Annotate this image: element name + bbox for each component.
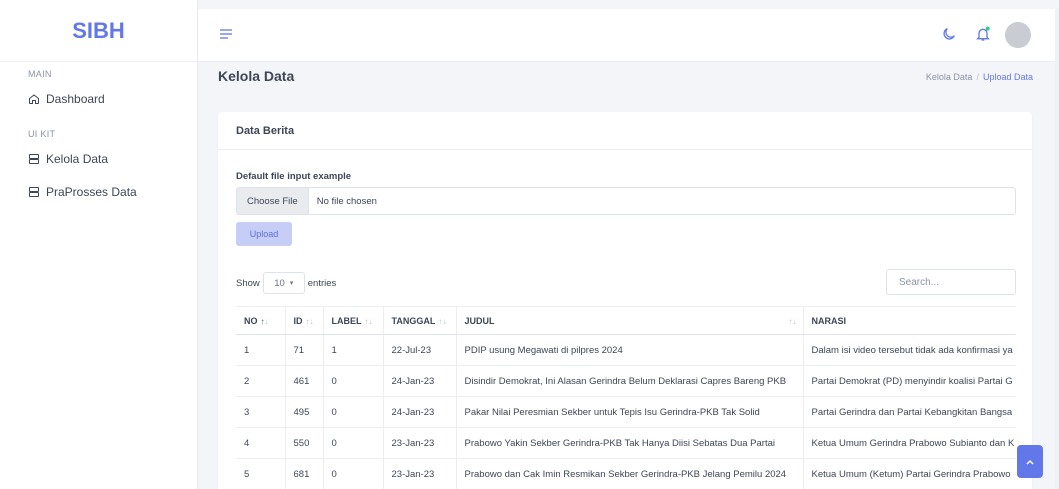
cell-tanggal: 23-Jan-23 (382, 427, 456, 459)
cell-judul: PDIP usung Megawati di pilpres 2024 (455, 334, 803, 366)
upload-button[interactable]: Upload (236, 222, 292, 246)
page-scrollbar[interactable] (1055, 9, 1059, 489)
sidebar-item-dashboard[interactable]: Dashboard (0, 89, 197, 109)
breadcrumb-separator: / (976, 72, 979, 82)
cell-no: 2 (236, 365, 285, 397)
entries-value: 10 (274, 277, 285, 289)
cell-no: 5 (236, 458, 285, 489)
cell-narasi: Partai Demokrat (PD) menyindir koalisi P… (802, 365, 1016, 397)
cell-narasi: Ketua Umum (Ketum) Partai Gerindra Prabo… (802, 458, 1016, 489)
page-title: Kelola Data (218, 68, 295, 84)
server-icon (29, 187, 39, 197)
table-row[interactable]: 3 495 0 24-Jan-23 Pakar Nilai Peresmian … (236, 396, 1016, 428)
breadcrumb: Kelola Data / Upload Data (926, 72, 1033, 82)
table-header-row: NO ↑↓ ID ↑↓ LABEL ↑↓ TANGGAL ↑↓ JUDUL ↑↓ NARA… (236, 306, 1016, 335)
sort-icon: ↑↓ (438, 316, 447, 326)
sidebar: SIBH MAIN Dashboard UI KIT Kelola Data P… (0, 0, 198, 489)
table-row[interactable]: 4 550 0 23-Jan-23 Prabowo Yakin Sekber G… (236, 427, 1016, 459)
cell-no: 4 (236, 427, 285, 459)
entries-length-control: Show 10 ▾ entries (236, 272, 336, 294)
sidebar-item-kelola-data[interactable]: Kelola Data (0, 149, 197, 169)
cell-judul: Prabowo dan Cak Imin Resmikan Sekber Ger… (455, 458, 803, 489)
column-header-tanggal[interactable]: TANGGAL ↑↓ (382, 306, 456, 335)
sidebar-item-label: Dashboard (46, 92, 105, 106)
sort-icon: ↑↓ (788, 317, 797, 326)
scroll-to-top-button[interactable] (1017, 445, 1043, 478)
table-row[interactable]: 1 71 1 22-Jul-23 PDIP usung Megawati di … (236, 334, 1016, 366)
cell-label: 0 (322, 396, 383, 428)
cell-narasi: Dalam isi video tersebut tidak ada konfi… (802, 334, 1016, 366)
data-table: NO ↑↓ ID ↑↓ LABEL ↑↓ TANGGAL ↑↓ JUDUL ↑↓ NARA… (236, 306, 1016, 489)
avatar[interactable] (1005, 22, 1031, 48)
cell-judul: Prabowo Yakin Sekber Gerindra-PKB Tak Ha… (455, 427, 803, 459)
menu-icon[interactable] (220, 29, 232, 39)
cell-label: 0 (322, 458, 383, 489)
chevron-down-icon: ▾ (289, 280, 294, 287)
cell-id: 461 (284, 365, 323, 397)
home-icon (29, 94, 39, 104)
column-header-label[interactable]: LABEL ↑↓ (322, 306, 383, 335)
server-icon (29, 154, 39, 164)
cell-judul: Pakar Nilai Peresmian Sekber untuk Tepis… (455, 396, 803, 428)
sort-icon: ↑↓ (305, 316, 314, 326)
entries-select[interactable]: 10 ▾ (262, 272, 305, 294)
column-header-judul[interactable]: JUDUL ↑↓ (455, 306, 803, 335)
cell-judul: Disindir Demokrat, Ini Alasan Gerindra B… (455, 365, 803, 397)
section-label-uikit: UI KIT (28, 129, 56, 139)
column-header-id[interactable]: ID ↑↓ (284, 306, 323, 335)
brand-logo[interactable]: SIBH (0, 0, 197, 62)
table-row[interactable]: 5 681 0 23-Jan-23 Prabowo dan Cak Imin R… (236, 458, 1016, 489)
cell-tanggal: 23-Jan-23 (382, 458, 456, 489)
sort-icon: ↓ (264, 316, 269, 326)
cell-tanggal: 24-Jan-23 (382, 365, 456, 397)
section-label-main: MAIN (28, 69, 52, 79)
choose-file-button[interactable]: Choose File (237, 188, 309, 214)
cell-no: 3 (236, 396, 285, 428)
sort-icon: ↑↓ (364, 316, 373, 326)
file-status: No file chosen (316, 195, 377, 207)
cell-id: 550 (284, 427, 323, 459)
chevron-up-icon (1026, 459, 1034, 464)
cell-tanggal: 22-Jul-23 (382, 334, 456, 366)
breadcrumb-item-upload-data: Upload Data (982, 72, 1033, 82)
column-header-narasi[interactable]: NARASI (802, 306, 1016, 335)
cell-id: 681 (284, 458, 323, 489)
cell-tanggal: 24-Jan-23 (382, 396, 456, 428)
card-title: Data Berita (218, 112, 1032, 150)
sidebar-item-label: Kelola Data (46, 152, 109, 166)
show-label: Show (236, 277, 260, 289)
cell-no: 1 (236, 334, 285, 366)
sidebar-item-praprosses-data[interactable]: PraProsses Data (0, 182, 197, 202)
cell-narasi: Ketua Umum Gerindra Prabowo Subianto dan… (802, 427, 1016, 459)
file-input[interactable]: Choose File No file chosen (236, 187, 1016, 215)
search-input[interactable]: Search... (886, 269, 1016, 295)
moon-icon[interactable] (941, 25, 957, 43)
data-berita-card: Data Berita Default file input example C… (218, 112, 1032, 489)
cell-label: 1 (322, 334, 383, 366)
cell-id: 71 (284, 334, 323, 366)
cell-narasi: Partai Gerindra dan Partai Kebangkitan B… (802, 396, 1016, 428)
column-header-no[interactable]: NO ↑↓ (236, 306, 285, 335)
file-input-label: Default file input example (236, 171, 352, 182)
breadcrumb-item-kelola-data[interactable]: Kelola Data (926, 72, 973, 82)
cell-label: 0 (322, 427, 383, 459)
sidebar-item-label: PraProsses Data (46, 185, 137, 199)
cell-id: 495 (284, 396, 323, 428)
table-row[interactable]: 2 461 0 24-Jan-23 Disindir Demokrat, Ini… (236, 365, 1016, 397)
bell-icon[interactable] (975, 25, 991, 43)
cell-label: 0 (322, 365, 383, 397)
entries-label: entries (307, 277, 337, 289)
topbar (198, 9, 1059, 62)
